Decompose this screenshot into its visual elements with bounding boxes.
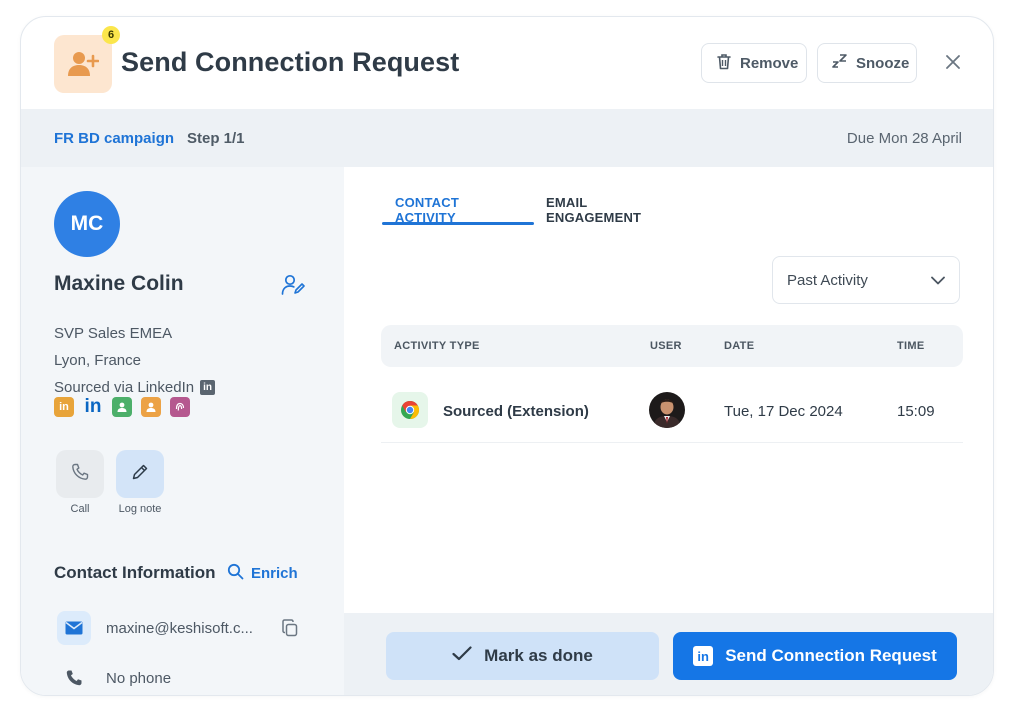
contact-name: Maxine Colin [54,272,184,295]
contact-source-text: Sourced via LinkedIn [54,379,195,396]
snooze-icon [832,53,848,73]
log-note-button[interactable] [116,450,164,498]
activity-table-header: ACTIVITY TYPE USER DATE TIME [381,325,963,367]
fingerprint-icon[interactable] [170,397,190,417]
copy-icon[interactable] [281,619,299,637]
page-title: Send Connection Request [121,47,460,77]
activity-date: Tue, 17 Dec 2024 [724,403,843,420]
call-button[interactable] [56,450,104,498]
edit-contact-icon[interactable] [281,274,305,298]
phone-icon [71,463,89,486]
linkedin-icon[interactable]: in [83,396,103,417]
task-dialog: 6 Send Connection Request Remove Snooze [20,16,994,696]
activity-filter-select[interactable]: Past Activity [772,256,960,304]
dialog-header: 6 Send Connection Request Remove Snooze [21,17,993,109]
snooze-button[interactable]: Snooze [817,43,917,83]
contact-location: Lyon, France [54,352,141,369]
tab-email-engagement[interactable]: EMAIL ENGAGEMENT [546,195,641,225]
dialog-footer: Mark as done in Send Connection Request [344,613,993,695]
contact-panel: MC Maxine Colin SVP Sales EMEA Lyon, Fra… [21,167,344,695]
chevron-down-icon [931,272,945,289]
check-icon [452,646,472,666]
enrich-label: Enrich [251,565,298,582]
social-profiles: in in [54,396,190,417]
active-tab-indicator [382,222,534,225]
table-row[interactable]: Sourced (Extension) Tue, 17 Dec 2024 15:… [381,389,963,443]
campaign-bar: FR BD campaign Step 1/1 Due Mon 28 April [21,109,993,167]
campaign-link[interactable]: FR BD campaign [54,130,174,147]
activity-filter-value: Past Activity [787,271,868,289]
step-indicator: Step 1/1 [187,130,245,147]
contact-title: SVP Sales EMEA [54,325,173,342]
column-time: TIME [897,340,925,352]
email-value[interactable]: maxine@keshisoft.c... [106,620,253,637]
pencil-icon [131,463,149,486]
linkedin-icon: in [693,646,714,666]
mark-as-done-button[interactable]: Mark as done [386,632,659,680]
contact-icon[interactable] [112,397,132,417]
send-connection-request-label: Send Connection Request [725,646,937,665]
column-user: USER [650,340,682,352]
tab-contact-activity[interactable]: CONTACT ACTIVITY [395,195,459,225]
send-connection-request-button[interactable]: in Send Connection Request [673,632,957,680]
column-activity-type: ACTIVITY TYPE [394,340,480,352]
linkedin-icon[interactable]: in [54,397,74,417]
search-icon [227,563,244,584]
enrich-button[interactable]: Enrich [227,563,298,584]
add-user-icon [54,35,112,93]
contact-info-heading: Contact Information [54,563,216,582]
remove-label: Remove [740,54,799,72]
due-date: Due Mon 28 April [846,130,962,147]
mark-as-done-label: Mark as done [484,646,593,665]
avatar: MC [54,191,120,257]
phone-icon [57,661,91,695]
chrome-icon [392,392,428,428]
contact-icon[interactable] [141,397,161,417]
trash-icon [716,53,732,74]
column-date: DATE [724,340,755,352]
email-icon [57,611,91,645]
linkedin-icon: in [200,380,216,395]
remove-button[interactable]: Remove [701,43,807,83]
activity-time: 15:09 [897,403,935,420]
contact-source: Sourced via LinkedIn in [54,379,216,396]
avatar [649,392,685,428]
task-count-badge: 6 [102,26,120,44]
log-note-label: Log note [118,503,162,515]
snooze-label: Snooze [856,54,910,72]
close-icon[interactable] [942,51,964,73]
phone-value: No phone [106,670,172,687]
activity-type: Sourced (Extension) [443,403,589,420]
